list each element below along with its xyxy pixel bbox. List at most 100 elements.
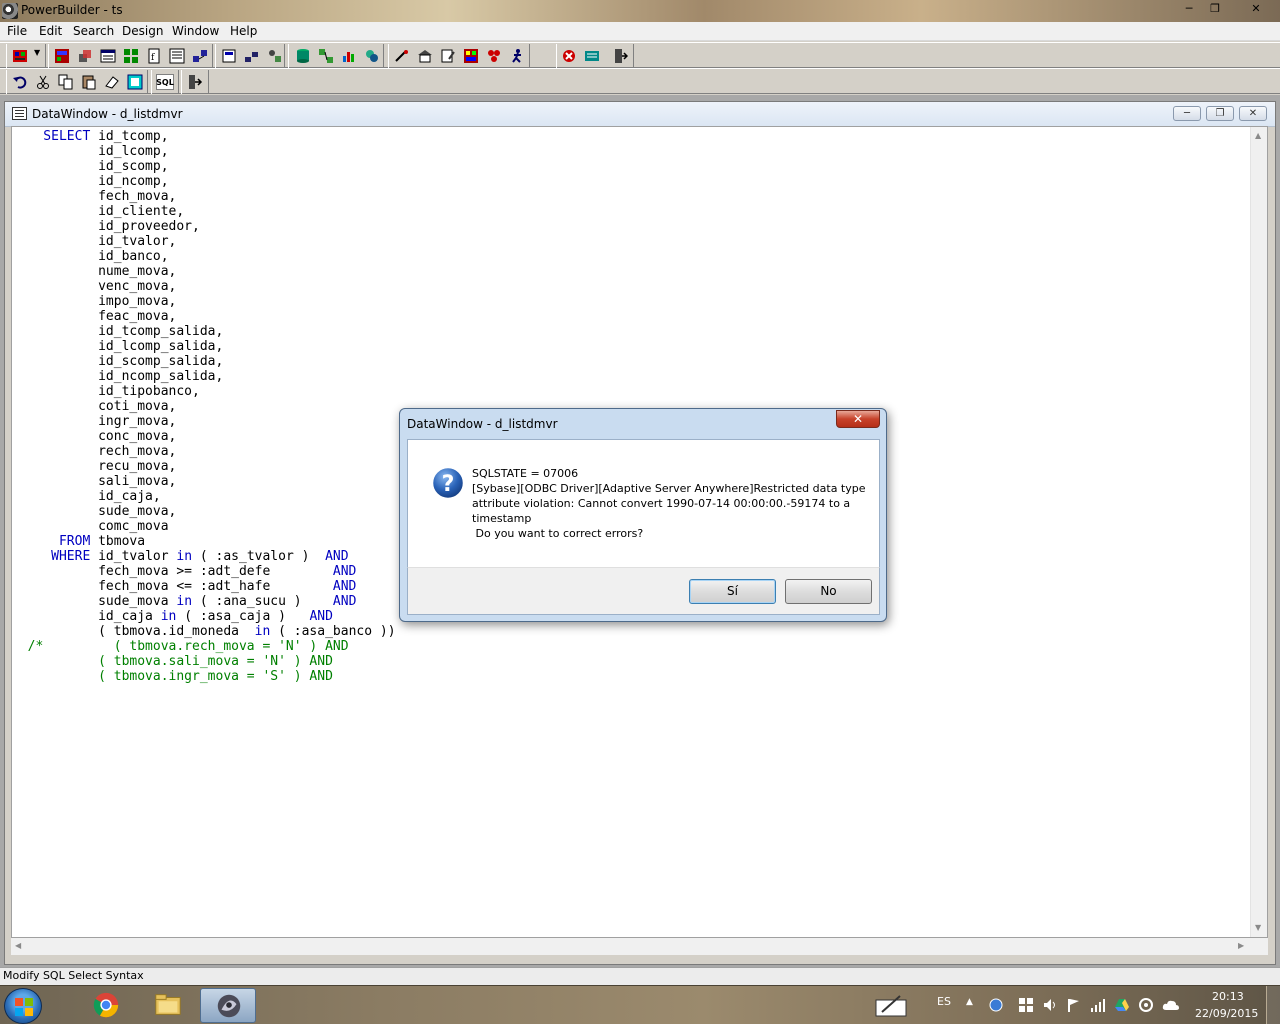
- start-button[interactable]: [4, 988, 42, 1024]
- edit-icon[interactable]: [439, 47, 457, 65]
- show-desktop-button[interactable]: [1266, 986, 1280, 1024]
- cut-icon[interactable]: [34, 73, 52, 91]
- taskbar-powerbuilder[interactable]: [200, 988, 256, 1023]
- action-center-flag-icon[interactable]: [1066, 997, 1082, 1013]
- child-minimize-button[interactable]: ─: [1173, 106, 1201, 121]
- code-line-comment: ( tbmova.sali_mova = 'N' ) AND: [12, 654, 333, 669]
- clear-eraser-icon[interactable]: [103, 73, 121, 91]
- paste-icon[interactable]: [80, 73, 98, 91]
- code-line: id_lcomp_salida,: [12, 339, 224, 354]
- app-title: PowerBuilder - ts: [21, 3, 123, 17]
- no-button[interactable]: No: [785, 579, 872, 604]
- code-line: rech_mova,: [12, 444, 177, 459]
- code-line: nume_mova,: [12, 264, 177, 279]
- database-icon[interactable]: [294, 47, 312, 65]
- help-book-icon[interactable]: [583, 47, 601, 65]
- datawindow-icon: [12, 107, 27, 120]
- powerbuilder-icon: [2, 3, 18, 19]
- run-icon[interactable]: [393, 47, 411, 65]
- status-text: Modify SQL Select Syntax: [3, 969, 144, 982]
- project-icon[interactable]: [243, 47, 261, 65]
- network-globe-icon[interactable]: [988, 997, 1004, 1013]
- child-titlebar[interactable]: DataWindow - d_listdmvr ─ ❐ ✕: [5, 102, 1275, 127]
- undo-icon[interactable]: [11, 73, 29, 91]
- windows-logo-icon: [15, 998, 33, 1016]
- child-close-button[interactable]: ✕: [1239, 106, 1267, 121]
- report-icon[interactable]: [340, 47, 358, 65]
- app-titlebar: PowerBuilder - ts ─ ❐ ✕: [0, 0, 1280, 22]
- code-line: sude_mova in ( :ana_sucu ) AND: [12, 594, 357, 609]
- dropdown-arrow-icon[interactable]: ▼: [34, 48, 40, 57]
- code-line-comment: /* ( tbmova.rech_mova = 'N' ) AND: [12, 639, 349, 654]
- menu-edit[interactable]: Edit: [39, 24, 62, 38]
- menu-design[interactable]: Design: [122, 24, 163, 38]
- code-line: venc_mova,: [12, 279, 177, 294]
- clock-time[interactable]: 20:13: [1212, 990, 1244, 1003]
- code-line: id_tipobanco,: [12, 384, 200, 399]
- return-icon[interactable]: [186, 73, 204, 91]
- menu-file[interactable]: File: [7, 24, 27, 38]
- browser-icon[interactable]: [462, 47, 480, 65]
- copy-icon[interactable]: [57, 73, 75, 91]
- build-icon[interactable]: [416, 47, 434, 65]
- google-drive-icon[interactable]: [1114, 997, 1130, 1013]
- toolbar-group: [288, 44, 384, 68]
- code-line: id_lcomp,: [12, 144, 169, 159]
- scroll-right-icon[interactable]: ▶: [1238, 941, 1244, 950]
- dialog-message: SQLSTATE = 07006 [Sybase][ODBC Driver][A…: [472, 466, 867, 541]
- sql-text[interactable]: SELECT id_tcomp, id_lcomp, id_scomp, id_…: [12, 129, 396, 684]
- code-line: feac_mova,: [12, 309, 177, 324]
- windows-flag-icon[interactable]: [1018, 997, 1034, 1013]
- pen-input-icon[interactable]: [874, 992, 908, 1018]
- code-line: conc_mova,: [12, 429, 177, 444]
- menu-help[interactable]: Help: [230, 24, 257, 38]
- vertical-scrollbar[interactable]: ▲ ▼: [1250, 127, 1267, 937]
- debugger-icon[interactable]: [560, 47, 578, 65]
- pipeline-icon[interactable]: [220, 47, 238, 65]
- toolbar-group: f: [48, 44, 213, 68]
- maximize-button[interactable]: ❐: [1204, 2, 1226, 17]
- exit-door-icon[interactable]: [611, 47, 629, 65]
- language-indicator[interactable]: ES: [937, 995, 951, 1008]
- minimize-button[interactable]: ─: [1178, 2, 1200, 17]
- structure-icon[interactable]: [122, 47, 140, 65]
- code-line-from: FROM tbmova: [58, 534, 146, 549]
- tray-app-icon[interactable]: [1138, 997, 1154, 1013]
- volume-icon[interactable]: [1042, 997, 1058, 1013]
- yes-button[interactable]: Sí: [689, 579, 776, 604]
- menu-window[interactable]: Window: [172, 24, 219, 38]
- datawindow-icon[interactable]: [168, 47, 186, 65]
- sql-button[interactable]: SQL: [156, 73, 174, 91]
- clock-date[interactable]: 22/09/2015: [1195, 1007, 1258, 1020]
- code-line: sali_mova,: [12, 474, 177, 489]
- application-icon[interactable]: [11, 47, 29, 65]
- query-icon[interactable]: [191, 47, 209, 65]
- db-profile-icon[interactable]: [317, 47, 335, 65]
- scroll-up-icon[interactable]: ▲: [1255, 131, 1261, 140]
- taskbar-chrome[interactable]: [78, 988, 134, 1023]
- close-button[interactable]: ✕: [1245, 2, 1267, 17]
- onedrive-cloud-icon[interactable]: [1162, 997, 1180, 1013]
- select-all-icon[interactable]: [126, 73, 144, 91]
- debug-icon[interactable]: [363, 47, 381, 65]
- child-restore-button[interactable]: ❐: [1206, 106, 1234, 121]
- child-title: DataWindow - d_listdmvr: [32, 107, 183, 121]
- user-object-icon[interactable]: [76, 47, 94, 65]
- library-icon[interactable]: [266, 47, 284, 65]
- code-line: id_banco,: [12, 249, 169, 264]
- signal-bars-icon[interactable]: [1090, 997, 1106, 1013]
- horizontal-scrollbar[interactable]: ◀ ▶: [11, 938, 1251, 955]
- scroll-down-icon[interactable]: ▼: [1255, 923, 1261, 932]
- scroll-left-icon[interactable]: ◀: [15, 941, 21, 950]
- function-icon[interactable]: f: [145, 47, 163, 65]
- exit-runner-icon[interactable]: [508, 47, 526, 65]
- window-painter-icon[interactable]: [53, 47, 71, 65]
- code-line: id_ncomp_salida,: [12, 369, 224, 384]
- library-painter-icon[interactable]: [485, 47, 503, 65]
- dialog-close-button[interactable]: ✕: [836, 410, 880, 428]
- menu-painter-icon[interactable]: [99, 47, 117, 65]
- taskbar-explorer[interactable]: [140, 988, 196, 1023]
- menu-search[interactable]: Search: [73, 24, 114, 38]
- show-hidden-icons-icon[interactable]: ▲: [966, 997, 973, 1007]
- svg-text:?: ?: [442, 472, 455, 497]
